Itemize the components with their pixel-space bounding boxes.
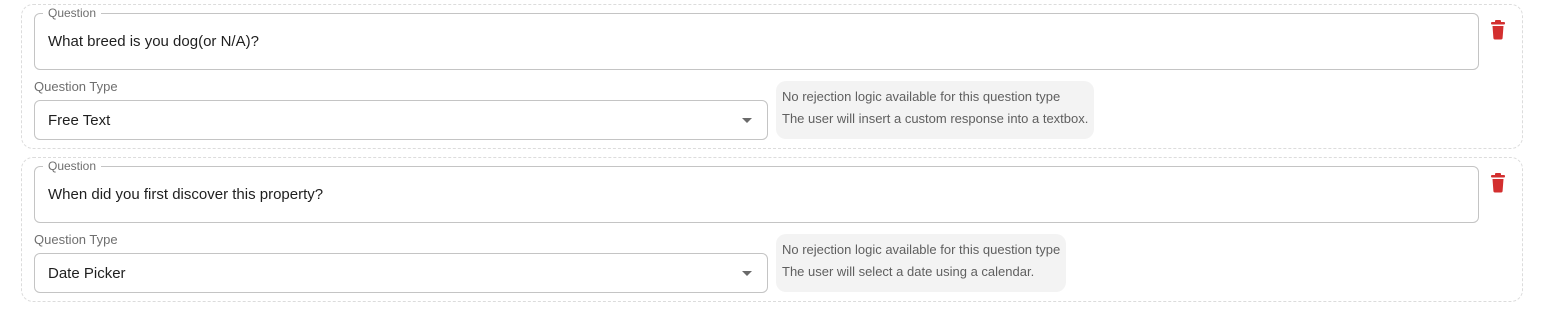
question-type-value: Date Picker	[48, 264, 126, 282]
question-type-label: Question Type	[34, 79, 118, 94]
delete-question-button[interactable]	[1489, 19, 1507, 41]
question-type-select[interactable]: Date Picker	[34, 253, 768, 293]
rejection-info-box: No rejection logic available for this qu…	[776, 81, 1095, 139]
trash-icon	[1491, 20, 1505, 40]
question-card: Question What breed is you dog(or N/A)? …	[21, 4, 1523, 149]
question-type-description: The user will select a date using a cale…	[782, 264, 1035, 279]
question-input[interactable]: What breed is you dog(or N/A)?	[48, 14, 259, 69]
rejection-info-text: No rejection logic available for this qu…	[782, 89, 1061, 104]
question-type-select[interactable]: Free Text	[34, 100, 768, 140]
chevron-down-icon	[742, 271, 752, 276]
question-type-description: The user will insert a custom response i…	[782, 111, 1089, 126]
rejection-info-text: No rejection logic available for this qu…	[782, 242, 1061, 257]
chevron-down-icon	[742, 118, 752, 123]
question-type-value: Free Text	[48, 111, 111, 129]
rejection-info-box: No rejection logic available for this qu…	[776, 234, 1067, 292]
delete-question-button[interactable]	[1489, 172, 1507, 194]
question-field[interactable]: Question When did you first discover thi…	[34, 159, 1479, 223]
question-type-label: Question Type	[34, 232, 118, 247]
question-field[interactable]: Question What breed is you dog(or N/A)?	[34, 6, 1479, 70]
question-card: Question When did you first discover thi…	[21, 157, 1523, 302]
question-input[interactable]: When did you first discover this propert…	[48, 167, 323, 222]
trash-icon	[1491, 173, 1505, 193]
